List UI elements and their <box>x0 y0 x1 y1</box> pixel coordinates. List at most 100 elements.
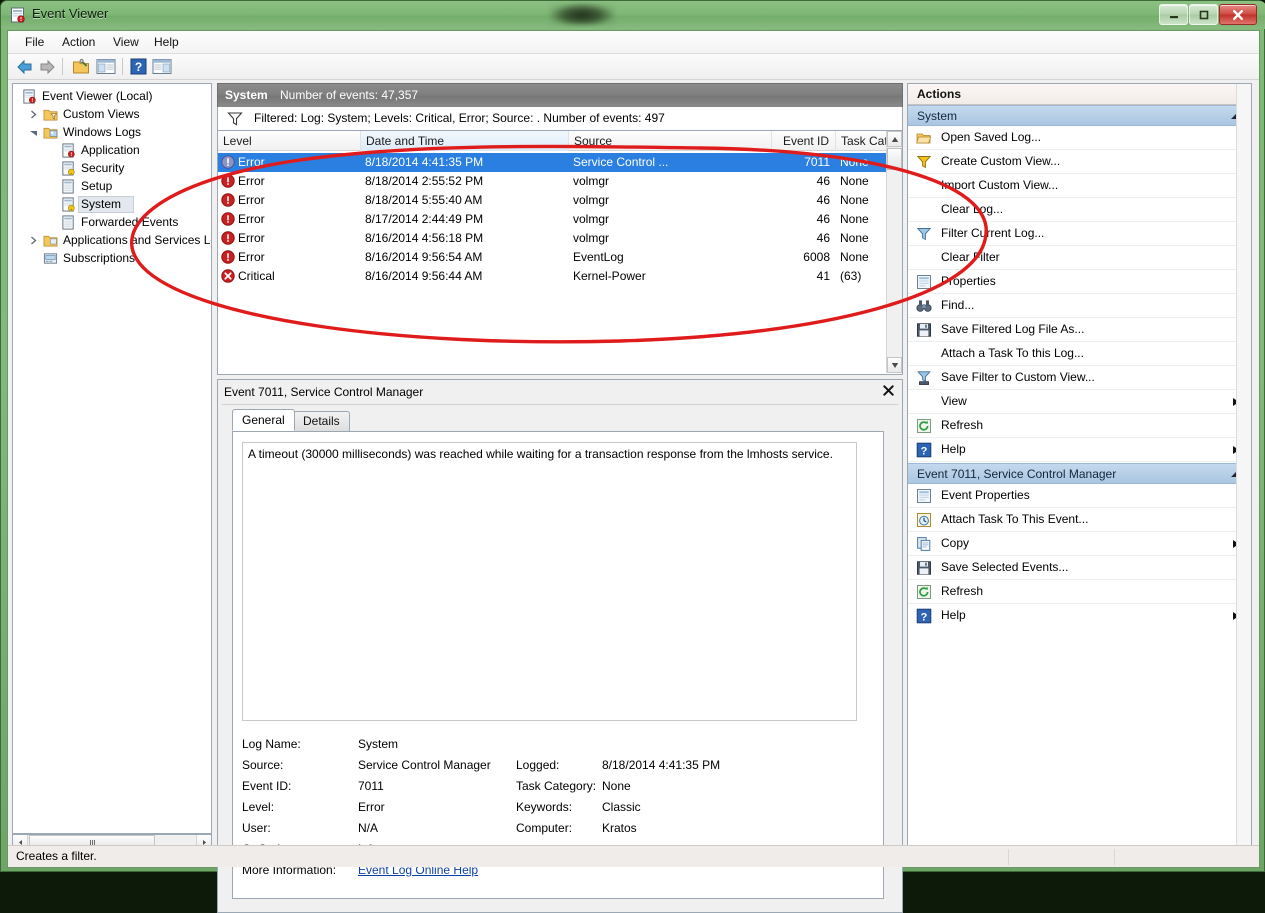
cell-source: volmgr <box>573 231 610 245</box>
cell-datetime: 8/18/2014 4:41:35 PM <box>365 155 484 169</box>
table-row[interactable]: Error 8/18/2014 4:41:35 PM Service Contr… <box>218 153 888 172</box>
tab-general[interactable]: General <box>232 409 295 431</box>
filter-bar[interactable]: Filtered: Log: System; Levels: Critical,… <box>217 107 903 131</box>
status-bar: Creates a filter. <box>8 845 1259 867</box>
action-clear-filter[interactable]: Clear Filter <box>908 246 1251 270</box>
action-find[interactable]: Find... <box>908 294 1251 318</box>
table-row[interactable]: Error 8/18/2014 5:55:40 AM volmgr 46 Non… <box>218 191 888 210</box>
column-header-level[interactable]: Level <box>218 131 361 151</box>
action-properties[interactable]: Properties <box>908 270 1251 294</box>
error-icon <box>221 193 235 207</box>
action-label: Copy <box>941 536 970 550</box>
action-label: View <box>941 394 967 408</box>
cell-event-id: 46 <box>816 174 830 188</box>
show-hide-console-tree-icon[interactable] <box>96 58 116 75</box>
action-refresh[interactable]: Refresh <box>908 414 1251 438</box>
chevron-right-icon[interactable] <box>29 110 38 119</box>
screen-smudge <box>549 3 615 25</box>
action-help-event[interactable]: ? Help <box>908 604 1251 628</box>
grid-vertical-scrollbar[interactable] <box>886 131 902 373</box>
menu-file[interactable]: File <box>18 34 51 51</box>
action-filter-current-log[interactable]: Filter Current Log... <box>908 222 1251 246</box>
table-row[interactable]: Error 8/18/2014 2:55:52 PM volmgr 46 Non… <box>218 172 888 191</box>
status-separator-2 <box>1114 849 1115 865</box>
refresh-icon <box>917 419 931 433</box>
minimize-button[interactable] <box>1159 4 1188 25</box>
toolbar-separator-1 <box>62 58 63 75</box>
status-separator-1 <box>1008 849 1009 865</box>
field-value-computer: Kratos <box>602 821 637 835</box>
actions-group-header-system[interactable]: System <box>908 105 1251 126</box>
menu-view[interactable]: View <box>106 34 146 51</box>
action-attach-task-to-this-event[interactable]: Attach Task To This Event... <box>908 508 1251 532</box>
action-refresh-event[interactable]: Refresh <box>908 580 1251 604</box>
tree-node-label: Setup <box>81 179 113 193</box>
close-button[interactable] <box>1219 4 1257 25</box>
actions-vertical-scrollbar[interactable] <box>1236 84 1251 850</box>
log-name: System <box>225 88 268 102</box>
show-hide-folder-icon[interactable] <box>72 58 90 75</box>
action-help[interactable]: ? Help <box>908 438 1251 462</box>
subscriptions-icon <box>43 253 58 264</box>
events-grid[interactable]: Level Date and Time Source Event ID Task… <box>217 131 903 375</box>
custom-views-folder-icon <box>43 109 58 121</box>
close-icon <box>1220 5 1256 24</box>
error-icon <box>221 155 235 169</box>
chevron-down-icon[interactable] <box>29 128 38 137</box>
action-save-filtered-log-file-as[interactable]: Save Filtered Log File As... <box>908 318 1251 342</box>
filter-description: Filtered: Log: System; Levels: Critical,… <box>254 111 665 125</box>
chevron-right-icon[interactable] <box>29 236 38 245</box>
cell-datetime: 8/16/2014 9:56:44 AM <box>365 269 483 283</box>
event-message-box[interactable]: A timeout (30000 milliseconds) was reach… <box>242 442 857 721</box>
table-row[interactable]: Error 8/16/2014 9:56:54 AM EventLog 6008… <box>218 248 888 267</box>
action-open-saved-log[interactable]: Open Saved Log... <box>908 126 1251 150</box>
back-icon[interactable] <box>16 59 34 75</box>
cell-level: Error <box>238 250 265 264</box>
table-row[interactable]: Error 8/16/2014 4:56:18 PM volmgr 46 Non… <box>218 229 888 248</box>
column-header-source[interactable]: Source <box>569 131 772 151</box>
properties-icon <box>917 489 931 503</box>
tab-details[interactable]: Details <box>293 411 350 431</box>
table-row[interactable]: Critical 8/16/2014 9:56:44 AM Kernel-Pow… <box>218 267 888 286</box>
action-create-custom-view[interactable]: Create Custom View... <box>908 150 1251 174</box>
maximize-button[interactable] <box>1189 4 1218 25</box>
action-label: Filter Current Log... <box>941 226 1045 240</box>
action-event-properties[interactable]: Event Properties <box>908 484 1251 508</box>
action-save-selected-events[interactable]: Save Selected Events... <box>908 556 1251 580</box>
field-label-event-id: Event ID: <box>242 779 292 793</box>
action-label: Clear Filter <box>941 250 1000 264</box>
svg-text:?: ? <box>921 611 928 623</box>
forward-icon[interactable] <box>38 59 56 75</box>
action-copy[interactable]: Copy <box>908 532 1251 556</box>
action-clear-log[interactable]: Clear Log... <box>908 198 1251 222</box>
close-icon[interactable] <box>883 384 894 399</box>
action-label: Open Saved Log... <box>941 130 1042 144</box>
filter-funnel-icon <box>916 156 932 169</box>
help-icon[interactable]: ? <box>130 58 147 75</box>
cell-level: Error <box>238 193 265 207</box>
windows-logs-folder-icon <box>43 127 58 139</box>
menu-help[interactable]: Help <box>147 34 186 51</box>
action-view[interactable]: View <box>908 390 1251 414</box>
column-header-event-id[interactable]: Event ID <box>772 131 836 151</box>
column-header-date-and-time[interactable]: Date and Time <box>361 131 569 151</box>
menu-action[interactable]: Action <box>55 34 102 51</box>
menu-bar: File Action View Help <box>8 31 1259 54</box>
action-attach-a-task-to-this-log[interactable]: Attach a Task To this Log... <box>908 342 1251 366</box>
scroll-down-button[interactable] <box>887 357 902 373</box>
action-save-filter-to-custom-view[interactable]: Save Filter to Custom View... <box>908 366 1251 390</box>
show-hide-action-pane-icon[interactable] <box>152 58 172 75</box>
log-icon <box>62 197 75 212</box>
actions-group-header-event[interactable]: Event 7011, Service Control Manager <box>908 463 1251 484</box>
tree-node-label: Subscriptions <box>63 251 136 265</box>
title-bar[interactable]: Event Viewer <box>1 1 1265 29</box>
scroll-up-button[interactable] <box>887 131 902 147</box>
cell-event-id: 7011 <box>804 155 830 169</box>
action-import-custom-view[interactable]: Import Custom View... <box>908 174 1251 198</box>
table-row[interactable]: Error 8/17/2014 2:44:49 PM volmgr 46 Non… <box>218 210 888 229</box>
scroll-thumb[interactable] <box>887 148 902 170</box>
console-tree[interactable]: Event Viewer (Local) Custom Views Window… <box>12 83 212 834</box>
cell-source: Service Control ... <box>573 155 669 169</box>
tree-node-label: Event Viewer (Local) <box>42 89 153 103</box>
window-title: Event Viewer <box>32 6 109 21</box>
